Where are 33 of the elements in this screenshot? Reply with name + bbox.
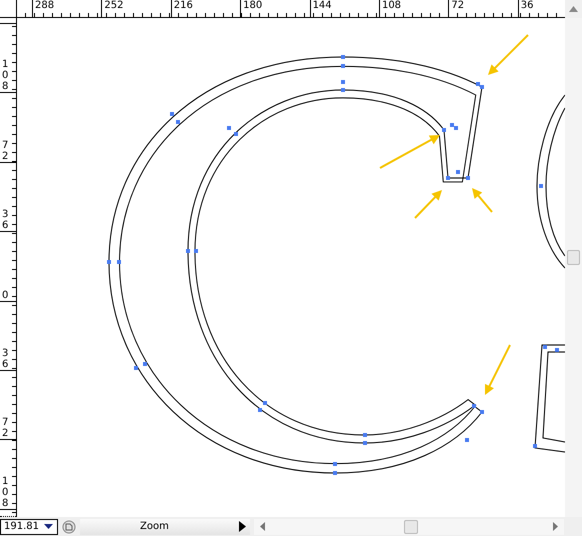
play-icon[interactable] — [239, 521, 246, 532]
ruler-label: 36 — [2, 348, 8, 370]
left-arrow-icon[interactable] — [260, 522, 265, 531]
up-arrow-icon — [569, 6, 578, 12]
vertical-scrollbar[interactable] — [565, 18, 582, 517]
ruler-label: 36 — [520, 0, 534, 11]
ruler-origin-box[interactable] — [0, 0, 17, 18]
ruler-label: 144 — [312, 0, 332, 11]
ruler-label: 288 — [35, 0, 54, 11]
ruler-label: 0 — [2, 290, 8, 301]
ruler-label: 72 — [2, 140, 8, 162]
pointer-arrow — [488, 34, 529, 75]
pointer-arrow — [414, 190, 442, 219]
circle-icon[interactable] — [62, 520, 76, 534]
ruler-label: 36 — [2, 209, 8, 232]
scroll-thumb[interactable] — [567, 250, 580, 265]
scroll-up-button[interactable] — [565, 0, 582, 18]
right-arrow-icon[interactable] — [553, 522, 558, 531]
zoom-field[interactable]: 191.81 — [0, 518, 58, 534]
ruler-label: 72 — [451, 0, 464, 11]
ruler-label: 252 — [104, 0, 124, 11]
status-label: Zoom — [140, 521, 169, 532]
ruler-label: 180 — [243, 0, 262, 11]
pointer-arrow — [380, 135, 440, 169]
ruler-label: 108 — [2, 59, 8, 92]
horizontal-scrollbar[interactable] — [254, 518, 564, 534]
pointer-arrow — [485, 344, 511, 395]
caret-icon — [44, 524, 53, 529]
ruler-label: 108 — [2, 476, 8, 509]
ruler-label: 216 — [174, 0, 193, 11]
scroll-thumb[interactable] — [404, 520, 418, 534]
pointer-arrow — [472, 188, 493, 213]
ruler-label: 108 — [382, 0, 402, 11]
